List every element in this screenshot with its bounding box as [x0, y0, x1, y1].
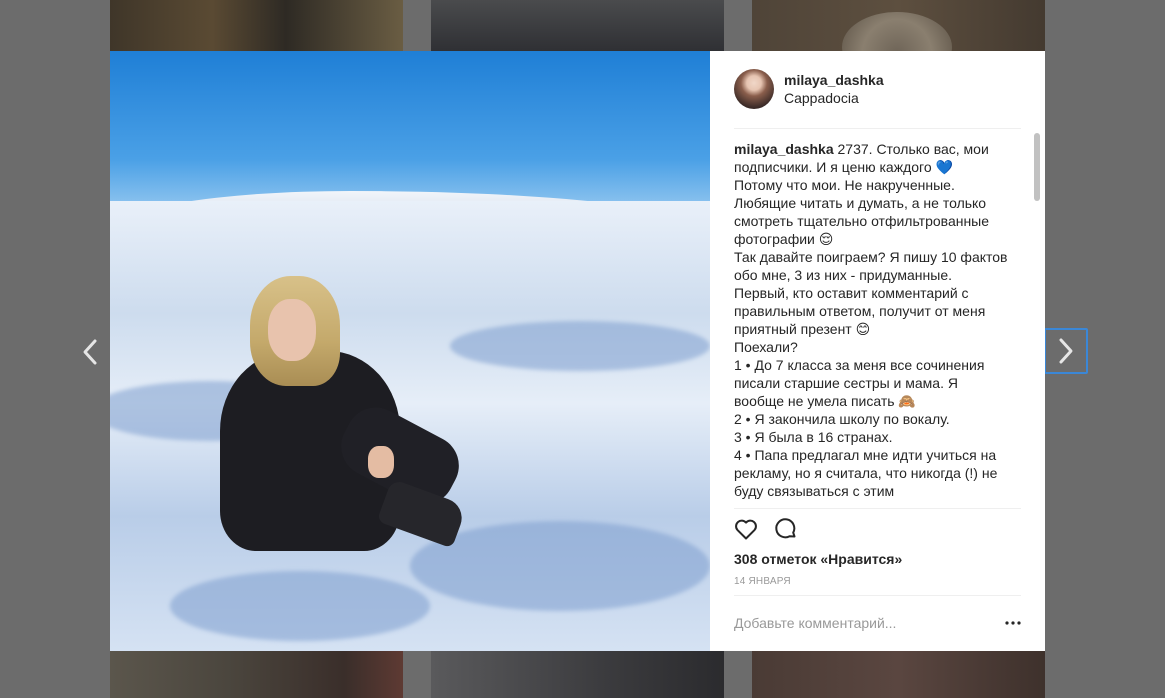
divider	[734, 595, 1021, 596]
like-button[interactable]	[734, 517, 758, 541]
post-caption: milaya_dashka 2737. Столько вас, мои под…	[734, 140, 1010, 508]
photo-shadow	[170, 571, 430, 641]
background-thumbnail	[110, 0, 403, 51]
comment-input[interactable]	[734, 613, 984, 633]
photo-person-face	[268, 299, 316, 361]
like-count[interactable]: 308 отметок «Нравится»	[734, 551, 902, 567]
background-thumbnail	[110, 651, 403, 698]
more-options-button[interactable]	[1003, 613, 1023, 633]
post-header: milaya_dashka Cappadocia	[734, 69, 884, 109]
background-thumbnail	[431, 0, 724, 51]
photo-person-hand	[368, 446, 394, 478]
scrollbar-thumb[interactable]	[1034, 133, 1040, 201]
post-photo[interactable]	[110, 51, 710, 651]
speech-bubble-icon	[775, 518, 796, 539]
divider	[734, 128, 1021, 129]
next-post-button[interactable]	[1044, 328, 1088, 374]
divider	[734, 508, 1021, 509]
comment-button[interactable]	[774, 517, 798, 541]
caption-text: 2737. Столько вас, мои подписчики. И я ц…	[734, 141, 1008, 499]
chevron-left-icon	[83, 339, 97, 365]
post-side-panel: milaya_dashka Cappadocia milaya_dashka 2…	[710, 51, 1045, 651]
background-thumbnail	[752, 0, 1045, 51]
caption-username[interactable]: milaya_dashka	[734, 141, 834, 157]
previous-post-button[interactable]	[68, 330, 112, 374]
background-thumbnail	[752, 651, 1045, 698]
post-date[interactable]: 14 января	[734, 576, 791, 587]
background-thumbnail	[431, 651, 724, 698]
chevron-right-icon	[1059, 338, 1073, 364]
heart-icon	[735, 519, 757, 540]
caption-scrollbar[interactable]	[1032, 129, 1042, 508]
ellipsis-icon	[1005, 621, 1021, 625]
post-modal: milaya_dashka Cappadocia milaya_dashka 2…	[110, 51, 1045, 651]
avatar[interactable]	[734, 69, 774, 109]
header-location[interactable]: Cappadocia	[784, 89, 884, 107]
post-actions	[734, 517, 798, 541]
photo-shadow	[450, 321, 710, 371]
header-username[interactable]: milaya_dashka	[784, 71, 884, 89]
